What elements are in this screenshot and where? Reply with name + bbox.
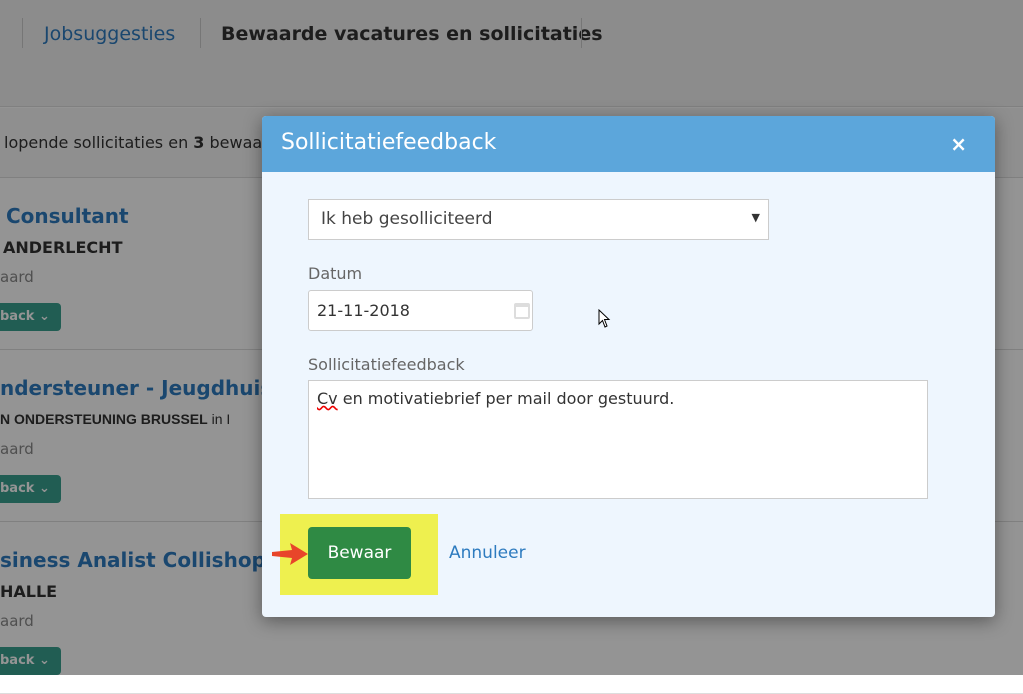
feedback-text-first-word: Cv bbox=[317, 389, 338, 408]
caret-down-icon: ▼ bbox=[751, 211, 760, 224]
status-select[interactable]: Ik heb gesolliciteerd ▼ bbox=[308, 199, 769, 240]
feedback-label: Sollicitatiefeedback bbox=[308, 355, 465, 374]
date-value: 21-11-2018 bbox=[317, 301, 410, 320]
feedback-text: en motivatiebrief per mail door gestuurd… bbox=[337, 389, 675, 408]
modal-header: Sollicitatiefeedback bbox=[262, 116, 995, 172]
close-icon[interactable]: × bbox=[950, 132, 967, 156]
date-label: Datum bbox=[308, 264, 363, 283]
status-select-value: Ik heb gesolliciteerd bbox=[321, 209, 493, 229]
mouse-cursor-icon bbox=[598, 309, 611, 328]
feedback-modal: Sollicitatiefeedback × Ik heb gesollicit… bbox=[262, 116, 995, 617]
modal-title: Sollicitatiefeedback bbox=[281, 130, 497, 155]
feedback-textarea[interactable]: Cv en motivatiebrief per mail door gestu… bbox=[308, 380, 928, 499]
annotation-arrow-icon bbox=[272, 543, 308, 565]
calendar-icon[interactable] bbox=[514, 303, 530, 319]
save-button[interactable]: Bewaar bbox=[308, 527, 411, 579]
cancel-link[interactable]: Annuleer bbox=[449, 543, 526, 563]
date-input[interactable]: 21-11-2018 bbox=[308, 290, 533, 331]
